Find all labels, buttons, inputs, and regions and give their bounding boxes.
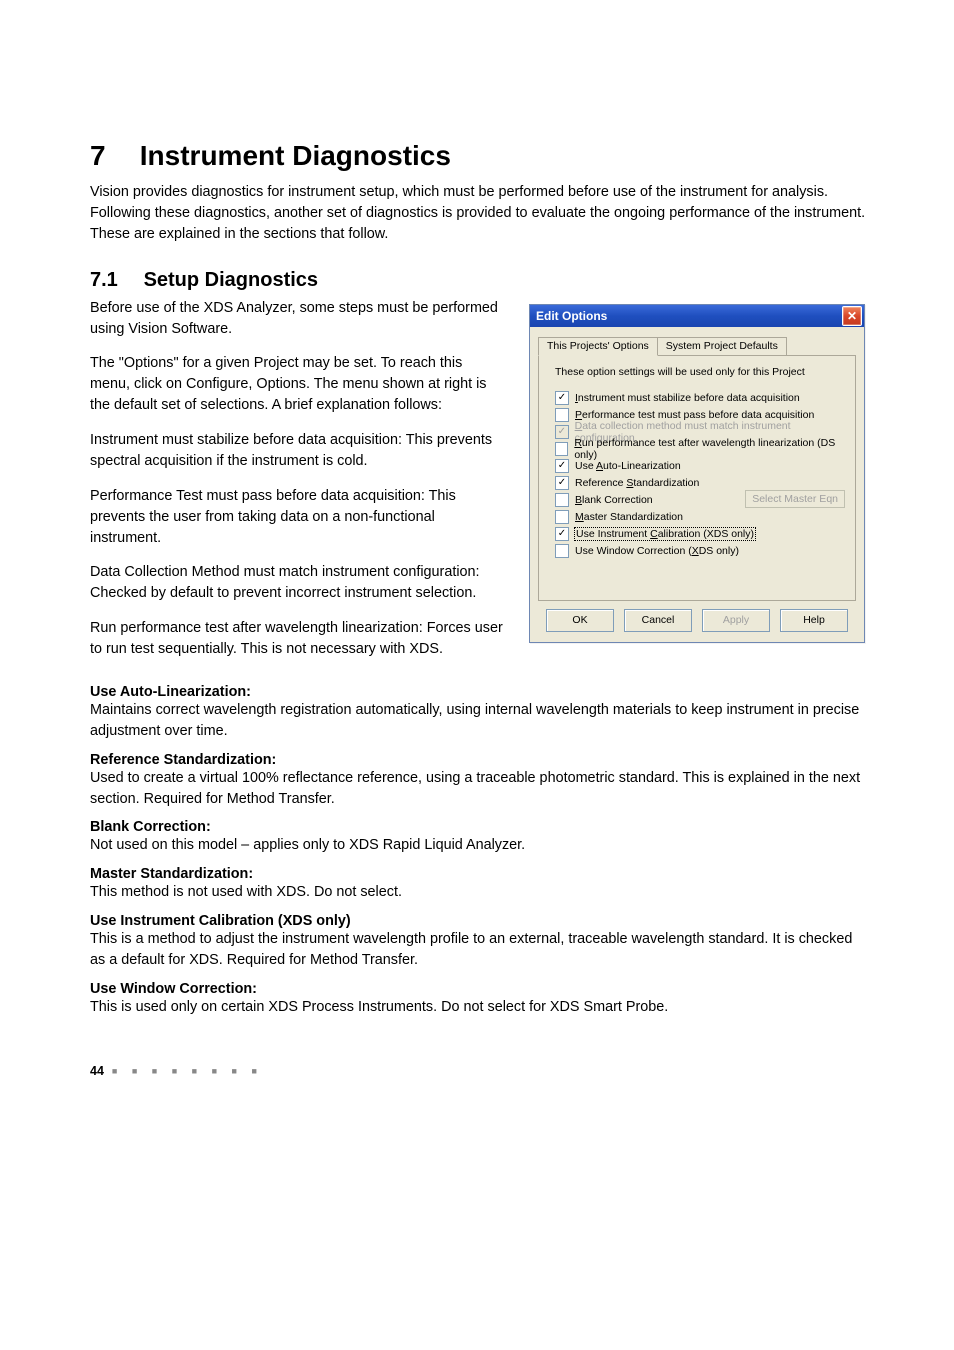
checkbox: ✓ (555, 425, 569, 439)
option-label[interactable]: Instrument must stabilize before data ac… (575, 392, 800, 404)
option-row: ✓ Use Instrument Calibration (XDS only) (549, 526, 845, 543)
dialog-button-row: OK Cancel Apply Help (538, 601, 856, 632)
definition-body: This is used only on certain XDS Process… (90, 997, 869, 1018)
paragraph: Data Collection Method must match instru… (90, 562, 505, 604)
definition-head: Use Window Correction: (90, 981, 869, 997)
tab-description: These option settings will be used only … (555, 366, 845, 378)
two-column-layout: Before use of the XDS Analyzer, some ste… (90, 298, 869, 674)
paragraph: The "Options" for a given Project may be… (90, 353, 505, 416)
section-heading: 7.1 Setup Diagnostics (90, 269, 869, 292)
definition-body: This is a method to adjust the instrumen… (90, 929, 869, 971)
checkbox[interactable] (555, 544, 569, 558)
chapter-number: 7 (90, 140, 132, 172)
footer-dots: ■ ■ ■ ■ ■ ■ ■ ■ (112, 1066, 263, 1076)
paragraph: Run performance test after wavelength li… (90, 618, 505, 660)
definition-head: Use Instrument Calibration (XDS only) (90, 913, 869, 929)
checkbox[interactable] (555, 408, 569, 422)
checkbox[interactable]: ✓ (555, 527, 569, 541)
option-label[interactable]: Use Auto-Linearization (575, 460, 681, 472)
dialog-titlebar[interactable]: Edit Options ✕ (530, 305, 864, 327)
definition-head: Use Auto-Linearization: (90, 684, 869, 700)
option-row: Blank Correction Select Master Eqn (549, 492, 845, 509)
chapter-title: Instrument Diagnostics (140, 140, 451, 171)
section-number: 7.1 (90, 269, 138, 292)
cancel-button[interactable]: Cancel (624, 609, 692, 632)
definition-body: Maintains correct wavelength registratio… (90, 700, 869, 742)
definitions: Use Auto-Linearization: Maintains correc… (90, 684, 869, 1018)
option-label[interactable]: Use Instrument Calibration (XDS only) (575, 528, 755, 540)
tab-project-options[interactable]: This Projects' Options (538, 337, 658, 356)
definition-head: Master Standardization: (90, 866, 869, 882)
options-list: ✓ Instrument must stabilize before data a… (549, 390, 845, 560)
definition-body: Not used on this model – applies only to… (90, 835, 869, 856)
option-row: ✓ Instrument must stabilize before data a… (549, 390, 845, 407)
section-title: Setup Diagnostics (144, 269, 318, 291)
paragraph: Before use of the XDS Analyzer, some ste… (90, 298, 505, 340)
left-column: Before use of the XDS Analyzer, some ste… (90, 298, 505, 674)
definition-body: Used to create a virtual 100% reflectanc… (90, 768, 869, 810)
close-button[interactable]: ✕ (842, 306, 862, 326)
option-row: Use Window Correction (XDS only) (549, 543, 845, 560)
checkbox[interactable]: ✓ (555, 391, 569, 405)
option-row: Master Standardization (549, 509, 845, 526)
document-page: 7 Instrument Diagnostics Vision provides… (0, 0, 954, 1138)
page-footer: 44 ■ ■ ■ ■ ■ ■ ■ ■ (90, 1064, 869, 1078)
definition-head: Reference Standardization: (90, 752, 869, 768)
tab-content: These option settings will be used only … (538, 356, 856, 601)
option-label[interactable]: Reference Standardization (575, 477, 699, 489)
option-row: ✓ Use Auto-Linearization (549, 458, 845, 475)
option-label[interactable]: Master Standardization (575, 511, 683, 523)
definition-body: This method is not used with XDS. Do not… (90, 882, 869, 903)
checkbox[interactable] (555, 493, 569, 507)
apply-button[interactable]: Apply (702, 609, 770, 632)
dialog-body: This Projects' Options System Project De… (530, 327, 864, 642)
edit-options-dialog: Edit Options ✕ This Projects' Options Sy… (529, 304, 865, 643)
tab-row: This Projects' Options System Project De… (538, 335, 856, 356)
paragraph: Performance Test must pass before data a… (90, 486, 505, 549)
checkbox[interactable]: ✓ (555, 476, 569, 490)
checkbox[interactable] (555, 442, 568, 456)
right-column: Edit Options ✕ This Projects' Options Sy… (529, 298, 869, 643)
paragraph: Instrument must stabilize before data ac… (90, 430, 505, 472)
checkbox[interactable]: ✓ (555, 459, 569, 473)
page-number: 44 (90, 1064, 104, 1078)
definition-head: Blank Correction: (90, 819, 869, 835)
tab-system-defaults[interactable]: System Project Defaults (657, 337, 787, 355)
option-row: Run performance test after wavelength li… (549, 441, 845, 458)
chapter-heading: 7 Instrument Diagnostics (90, 140, 869, 172)
chapter-intro: Vision provides diagnostics for instrume… (90, 182, 869, 245)
dialog-title: Edit Options (536, 309, 607, 323)
option-label[interactable]: Blank Correction (575, 494, 653, 506)
close-icon: ✕ (847, 309, 857, 323)
checkbox[interactable] (555, 510, 569, 524)
select-master-eqn-button: Select Master Eqn (745, 490, 845, 508)
option-label[interactable]: Use Window Correction (XDS only) (575, 545, 739, 557)
ok-button[interactable]: OK (546, 609, 614, 632)
help-button[interactable]: Help (780, 609, 848, 632)
